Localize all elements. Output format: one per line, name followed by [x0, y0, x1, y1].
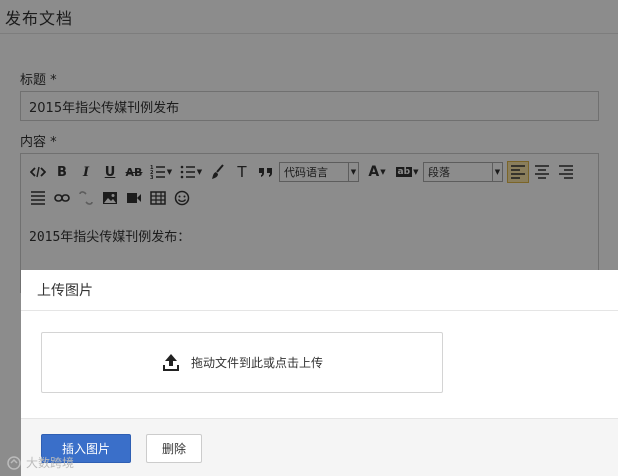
dialog-footer: 插入图片 删除: [21, 418, 618, 476]
upload-image-dialog: 上传图片 拖动文件到此或点击上传 插入图片 删除: [21, 270, 618, 476]
dialog-title: 上传图片: [37, 283, 93, 299]
watermark-text: 大数跨境: [26, 456, 75, 470]
upload-hint: 拖动文件到此或点击上传: [190, 356, 323, 370]
watermark-logo-icon: [7, 455, 21, 470]
upload-dropzone[interactable]: 拖动文件到此或点击上传: [41, 332, 443, 393]
watermark: 大数跨境: [6, 454, 74, 471]
upload-icon: [162, 353, 179, 371]
delete-button[interactable]: 删除: [146, 434, 202, 463]
dialog-header: 上传图片: [21, 270, 618, 311]
